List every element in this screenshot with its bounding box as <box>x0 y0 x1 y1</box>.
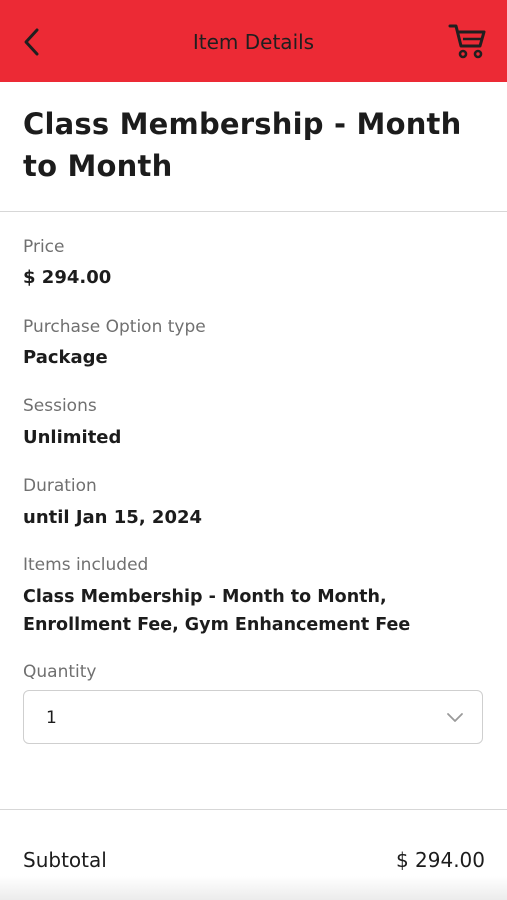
subtotal-value: $ 294.00 <box>395 848 485 872</box>
sessions-label: Sessions <box>23 396 97 416</box>
subtotal-label: Subtotal <box>23 848 107 872</box>
duration-value: until Jan 15, 2024 <box>23 507 203 528</box>
divider <box>0 211 507 212</box>
top-app-bar: Item Details <box>0 0 507 82</box>
item-details-screen: Item Details Class Membership - Month to… <box>0 0 507 900</box>
sessions-value: Unlimited <box>23 427 122 448</box>
items-included-label: Items included <box>23 555 149 575</box>
summary-divider <box>0 809 507 810</box>
item-title: Class Membership - Month to Month <box>23 107 462 183</box>
duration-label: Duration <box>23 476 97 496</box>
quantity-label: Quantity <box>23 662 97 682</box>
quantity-select[interactable]: 1 <box>23 690 483 744</box>
price-label: Price <box>23 237 65 257</box>
items-included-value: Class Membership - Month to Month, Enrol… <box>23 587 411 635</box>
purchase-option-label: Purchase Option type <box>23 317 206 337</box>
quantity-selected-value: 1 <box>46 708 57 728</box>
purchase-option-value: Package <box>23 347 108 368</box>
chevron-down-icon <box>447 713 463 722</box>
shopping-cart-icon <box>448 24 486 59</box>
cart-button[interactable] <box>447 20 489 62</box>
page-title: Item Details <box>192 30 315 54</box>
bottom-shadow <box>0 876 507 900</box>
price-value: $ 294.00 <box>23 267 112 288</box>
